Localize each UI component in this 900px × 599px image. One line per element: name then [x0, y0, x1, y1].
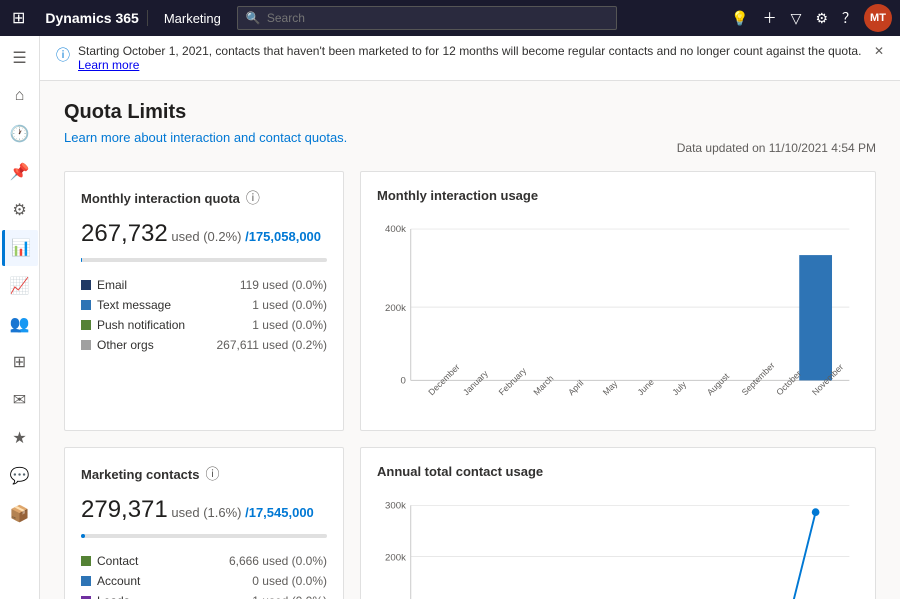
- info-banner-text: Starting October 1, 2021, contacts that …: [78, 44, 866, 72]
- main-content: ⓘ Starting October 1, 2021, contacts tha…: [40, 36, 900, 599]
- annual-chart-svg: 300k 200k 100k 0: [377, 487, 859, 599]
- y-label-400k: 400k: [385, 224, 406, 235]
- top-navigation: ⊞ Dynamics 365 Marketing 🔍 💡 ＋ ▽ ⚙ ？ MT: [0, 0, 900, 36]
- annual-line-chart: 300k 200k 100k 0: [377, 487, 859, 599]
- monthly-bar-chart: 400k 200k 0: [377, 211, 859, 414]
- banner-close-button[interactable]: ✕: [874, 44, 884, 58]
- search-icon: 🔍: [246, 11, 261, 25]
- contacts-quota-info-icon[interactable]: ⓘ: [205, 464, 219, 484]
- info-icon: ⓘ: [56, 45, 70, 65]
- x-label-jul: July: [670, 379, 688, 397]
- quota-learn-more-link[interactable]: Learn more about interaction and contact…: [64, 130, 347, 145]
- avatar[interactable]: MT: [864, 4, 892, 32]
- monthly-quota-bar: [81, 258, 327, 262]
- page-title: Quota Limits: [64, 101, 876, 124]
- other-orgs-color-dot: [81, 340, 91, 350]
- contacts-quota-bar: [81, 534, 327, 538]
- account-color-dot: [81, 576, 91, 586]
- sidebar-item-chat[interactable]: 💬: [2, 458, 38, 494]
- sidebar-item-active[interactable]: 📊: [2, 230, 38, 266]
- sidebar-item-people[interactable]: 👥: [2, 306, 38, 342]
- annual-chart-title: Annual total contact usage: [377, 464, 859, 479]
- info-banner: ⓘ Starting October 1, 2021, contacts tha…: [40, 36, 900, 81]
- module-name: Marketing: [156, 11, 221, 26]
- sidebar-item-settings[interactable]: ⚙: [2, 192, 38, 228]
- monthly-quota-info-icon[interactable]: ⓘ: [246, 188, 260, 208]
- y-label-200k: 200k: [385, 303, 406, 314]
- sidebar-item-star[interactable]: ★: [2, 420, 38, 456]
- sidebar-item-chart[interactable]: 📈: [2, 268, 38, 304]
- question-icon[interactable]: ？: [836, 4, 862, 32]
- contacts-quota-bar-fill: [81, 534, 85, 538]
- annual-y-200k: 200k: [385, 552, 406, 563]
- quota-item-text-message: Text message 1 used (0.0%): [81, 298, 327, 312]
- monthly-chart-title: Monthly interaction usage: [377, 188, 859, 203]
- x-label-oct: October: [774, 368, 803, 397]
- search-input[interactable]: [267, 11, 608, 25]
- sidebar-item-recent[interactable]: 🕐: [2, 116, 38, 152]
- contact-color-dot: [81, 556, 91, 566]
- monthly-interaction-quota-card: Monthly interaction quota ⓘ 267,732 used…: [64, 171, 344, 431]
- filter-icon[interactable]: ▽: [785, 6, 808, 31]
- text-message-color-dot: [81, 300, 91, 310]
- email-color-dot: [81, 280, 91, 290]
- contacts-quota-used-number: 279,371 used (1.6%) /17,545,000: [81, 496, 327, 524]
- marketing-contacts-quota-card: Marketing contacts ⓘ 279,371 used (1.6%)…: [64, 447, 344, 599]
- monthly-quota-used-number: 267,732 used (0.2%) /175,058,000: [81, 220, 327, 248]
- x-label-sep: September: [740, 360, 777, 397]
- quota-item-push-notification: Push notification 1 used (0.0%): [81, 318, 327, 332]
- waffle-icon[interactable]: ⊞: [8, 4, 29, 32]
- annual-y-300k: 300k: [385, 500, 406, 511]
- page-content: Quota Limits Learn more about interactio…: [40, 81, 900, 599]
- bar-november: [799, 255, 832, 380]
- sidebar-item-menu[interactable]: ☰: [2, 40, 38, 76]
- search-bar[interactable]: 🔍: [237, 6, 617, 30]
- sidebar-item-package[interactable]: 📦: [2, 496, 38, 532]
- contacts-item-leads: Leads 1 used (0.0%): [81, 594, 327, 599]
- contacts-quota-breakdown: Contact 6,666 used (0.0%) Account 0 used…: [81, 554, 327, 599]
- settings-icon[interactable]: ⚙: [809, 6, 834, 31]
- monthly-quota-title: Monthly interaction quota ⓘ: [81, 188, 327, 208]
- sidebar-item-email[interactable]: ✉: [2, 382, 38, 418]
- sidebar-item-home[interactable]: ⌂: [2, 78, 38, 114]
- annual-data-line: [432, 512, 816, 599]
- dot-nov: [812, 508, 820, 516]
- brand-name: Dynamics 365: [37, 10, 147, 26]
- sidebar-item-segments[interactable]: ⊞: [2, 344, 38, 380]
- x-label-dec: December: [426, 362, 461, 397]
- add-icon[interactable]: ＋: [757, 4, 783, 32]
- x-label-mar: March: [531, 373, 555, 397]
- contacts-quota-title: Marketing contacts ⓘ: [81, 464, 327, 484]
- help-lightbulb-icon[interactable]: 💡: [725, 6, 754, 31]
- x-label-feb: February: [497, 365, 529, 397]
- learn-more-link[interactable]: Learn more: [78, 58, 139, 72]
- main-layout: ☰ ⌂ 🕐 📌 ⚙ 📊 📈 👥 ⊞ ✉ ★ 💬 📦 ⓘ Starting Oct…: [0, 36, 900, 599]
- quota-item-email: Email 119 used (0.0%): [81, 278, 327, 292]
- monthly-quota-breakdown: Email 119 used (0.0%) Text message 1 use…: [81, 278, 327, 352]
- y-label-0: 0: [401, 375, 406, 386]
- row-1: Monthly interaction quota ⓘ 267,732 used…: [64, 171, 876, 431]
- contacts-item-account: Account 0 used (0.0%): [81, 574, 327, 588]
- x-label-aug: August: [705, 371, 732, 398]
- monthly-chart-svg: 400k 200k 0: [377, 211, 859, 411]
- annual-contact-chart-card: Annual total contact usage 300k 200k 100…: [360, 447, 876, 599]
- contacts-item-contact: Contact 6,666 used (0.0%): [81, 554, 327, 568]
- nav-icons: 💡 ＋ ▽ ⚙ ？ MT: [725, 4, 892, 32]
- push-notification-color-dot: [81, 320, 91, 330]
- x-label-jun: June: [635, 377, 655, 397]
- monthly-interaction-chart-card: Monthly interaction usage 400k 200k 0: [360, 171, 876, 431]
- x-label-may: May: [601, 378, 620, 397]
- sidebar-item-pinned[interactable]: 📌: [2, 154, 38, 190]
- x-label-jan: January: [461, 368, 490, 397]
- sidebar: ☰ ⌂ 🕐 📌 ⚙ 📊 📈 👥 ⊞ ✉ ★ 💬 📦: [0, 36, 40, 599]
- quota-item-other-orgs: Other orgs 267,611 used (0.2%): [81, 338, 327, 352]
- row-2: Marketing contacts ⓘ 279,371 used (1.6%)…: [64, 447, 876, 599]
